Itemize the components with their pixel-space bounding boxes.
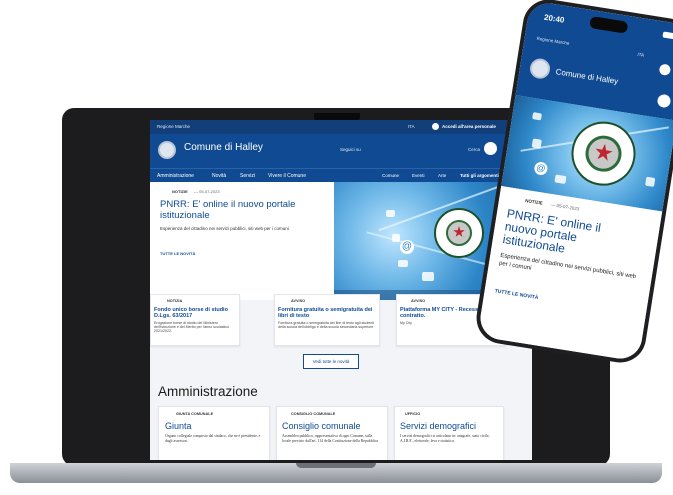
document-icon bbox=[531, 138, 542, 149]
hero-text-block: NOTIZIE — 05-07-2023 PNRR: E' online il … bbox=[150, 182, 334, 300]
at-sign-icon: @ bbox=[400, 240, 414, 254]
admin-card-title[interactable]: Consiglio comunale bbox=[282, 421, 361, 431]
search-icon[interactable] bbox=[484, 142, 497, 155]
hero-category: NOTIZIE bbox=[172, 189, 188, 194]
administration-section: Amministrazione GIUNTA COMUNALE Giunta O… bbox=[150, 380, 532, 460]
cloud-icon bbox=[532, 112, 543, 121]
phone-municipality-emblem-icon bbox=[528, 57, 552, 81]
phone-hero-date: — 05-07-2023 bbox=[550, 202, 580, 212]
italian-emblem-icon bbox=[434, 208, 484, 258]
site-title[interactable]: Comune di Halley bbox=[184, 142, 263, 153]
see-all-news-button[interactable]: Vedi tutte le novità bbox=[303, 354, 359, 369]
news-card-title[interactable]: Fornitura gratuita o semigratuita dei li… bbox=[278, 307, 376, 319]
search-label: Cerca bbox=[468, 147, 481, 152]
nav-topic-arte[interactable]: Arte bbox=[438, 173, 446, 178]
phone-search-icon[interactable] bbox=[656, 93, 672, 109]
nav-topic-eventi[interactable]: Eventi bbox=[412, 173, 425, 178]
admin-card[interactable]: CONSIGLIO COMUNALE Consiglio comunale As… bbox=[276, 406, 388, 460]
phone-hero-category: NOTIZIE bbox=[524, 197, 544, 206]
admin-card-category: CONSIGLIO COMUNALE bbox=[291, 412, 336, 416]
news-card-text: Erogazione borse di studio del Ministero… bbox=[154, 321, 230, 334]
nav-topic-comune[interactable]: Comune bbox=[382, 173, 399, 178]
hero-description: Esperienza del cittadino nei servizi pub… bbox=[160, 226, 289, 231]
mail-icon bbox=[398, 260, 408, 267]
phone-all-news-link[interactable]: TUTTE LE NOVITÀ bbox=[494, 288, 539, 301]
at-sign-icon: @ bbox=[533, 161, 549, 176]
admin-card-text: Assemblea pubblica, rappresentativa di o… bbox=[282, 434, 379, 443]
administration-heading: Amministrazione bbox=[158, 384, 258, 399]
news-card-title[interactable]: Fondo unico borse di studio D.Lgs. 63/20… bbox=[154, 307, 236, 319]
hero-date: — 05-07-2023 bbox=[194, 189, 220, 194]
news-card-category: AVVISO bbox=[291, 299, 306, 303]
admin-card-title[interactable]: Giunta bbox=[165, 421, 192, 431]
news-section: NOTIZIA Fondo unico borse di studio D.Lg… bbox=[150, 294, 532, 380]
phone-site-title[interactable]: Comune di Halley bbox=[555, 67, 619, 86]
news-card-text: Fornitura gratuita o semigratuita dei li… bbox=[278, 321, 375, 330]
smartphone-screen: 20:40 Regione Marche ITA Comune di Halle… bbox=[477, 0, 673, 362]
phone-user-icon[interactable] bbox=[658, 63, 672, 76]
envelope-icon bbox=[422, 272, 434, 281]
admin-card-text: Organo collegiale composto dal sindaco, … bbox=[165, 434, 261, 443]
main-navbar: Amministrazione Novità Servizi Vivere il… bbox=[150, 168, 532, 183]
phone-hero-text: NOTIZIE — 05-07-2023 PNRR: E' online il … bbox=[477, 186, 663, 362]
nav-item-amministrazione[interactable]: Amministrazione bbox=[157, 173, 194, 179]
news-card-category: NOTIZIA bbox=[167, 299, 183, 303]
all-news-link[interactable]: TUTTE LE NOVITÀ bbox=[160, 251, 195, 256]
login-link[interactable]: Accedi all'area personale bbox=[442, 124, 496, 129]
phone-dynamic-island bbox=[589, 15, 629, 34]
nav-all-topics[interactable]: Tutti gli argomenti bbox=[460, 173, 499, 178]
news-card-category: AVVISO bbox=[411, 299, 426, 303]
nav-item-novita[interactable]: Novità bbox=[212, 173, 226, 179]
admin-card-text: I servizi demografici si articolano in: … bbox=[400, 434, 490, 443]
user-icon[interactable] bbox=[432, 123, 439, 130]
news-card[interactable]: AVVISO Fornitura gratuita o semigratuita… bbox=[274, 294, 380, 346]
nav-item-servizi[interactable]: Servizi bbox=[240, 173, 255, 179]
laptop-screen: Regione Marche ITA Accedi all'area perso… bbox=[150, 120, 532, 460]
phone-status-time: 20:40 bbox=[543, 12, 566, 25]
news-card[interactable]: NOTIZIA Fondo unico borse di studio D.Lg… bbox=[150, 294, 240, 346]
municipality-emblem-icon bbox=[158, 141, 176, 159]
social-label: Seguici su bbox=[340, 147, 361, 152]
smartphone: 20:40 Regione Marche ITA Comune di Halle… bbox=[472, 0, 673, 367]
admin-card[interactable]: UFFICIO Servizi demografici I servizi de… bbox=[394, 406, 504, 460]
hero-title[interactable]: PNRR: E' online il nuovo portale istituz… bbox=[160, 199, 300, 221]
laptop-base-notch bbox=[296, 463, 376, 468]
envelope-icon bbox=[554, 174, 567, 185]
language-selector[interactable]: ITA bbox=[408, 124, 415, 129]
document-icon bbox=[392, 234, 400, 242]
phone-language-selector[interactable]: ITA bbox=[637, 52, 644, 58]
admin-card-category: UFFICIO bbox=[405, 412, 421, 416]
admin-card-title[interactable]: Servizi demografici bbox=[400, 421, 476, 431]
region-link[interactable]: Regione Marche bbox=[157, 124, 190, 129]
battery-icon bbox=[662, 31, 673, 40]
italian-emblem-icon bbox=[566, 117, 641, 191]
slim-header: Regione Marche ITA Accedi all'area perso… bbox=[150, 120, 532, 134]
admin-card-category: GIUNTA COMUNALE bbox=[176, 412, 214, 416]
nav-item-vivere[interactable]: Vivere il Comune bbox=[268, 173, 306, 179]
admin-card[interactable]: GIUNTA COMUNALE Giunta Organo collegiale… bbox=[158, 406, 270, 460]
chart-icon bbox=[645, 176, 656, 187]
cloud-icon bbox=[386, 210, 395, 217]
phone-region-link[interactable]: Regione Marche bbox=[536, 36, 569, 46]
smartphone-body: 20:40 Regione Marche ITA Comune di Halle… bbox=[472, 0, 673, 367]
